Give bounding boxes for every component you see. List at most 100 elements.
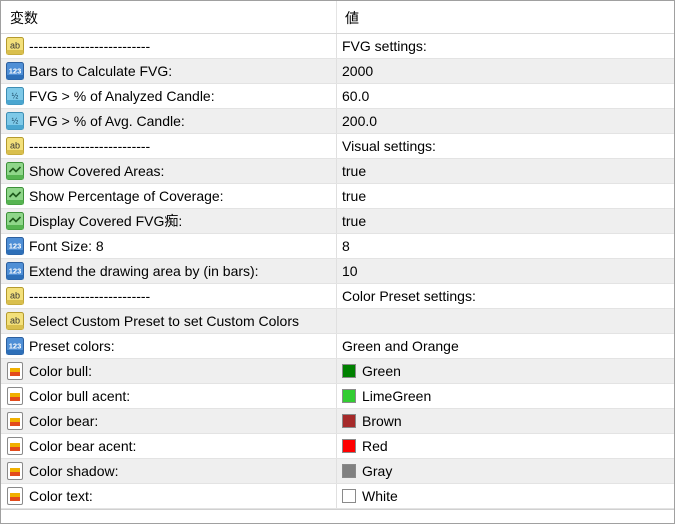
parameter-name-cell: ab Select Custom Preset to set Custom Col…	[1, 309, 337, 333]
parameter-name-cell: 123 Bars to Calculate FVG:	[1, 59, 337, 83]
parameter-value: 8	[342, 237, 350, 254]
parameter-value-cell[interactable]: 2000	[337, 59, 674, 83]
color-type-icon	[5, 486, 25, 506]
parameter-value-cell[interactable]: LimeGreen	[337, 384, 674, 408]
color-swatch	[342, 389, 356, 403]
parameter-name: FVG > % of Analyzed Candle:	[29, 87, 215, 104]
table-row[interactable]: ½ FVG > % of Avg. Candle: 200.0	[1, 109, 674, 134]
color-swatch	[342, 464, 356, 478]
parameter-name: Preset colors:	[29, 337, 115, 354]
parameter-value: true	[342, 212, 367, 229]
parameter-value: Gray	[362, 462, 393, 479]
parameter-value-cell[interactable]: 10	[337, 259, 674, 283]
parameter-value: 2000	[342, 62, 374, 79]
svg-text:123: 123	[9, 342, 22, 351]
parameters-table: 変数 値 ab -------------------------- FVG set…	[0, 0, 675, 524]
parameter-rows: ab -------------------------- FVG settings…	[1, 34, 674, 509]
parameter-value-cell[interactable]: true	[337, 184, 674, 208]
parameter-name: Extend the drawing area by (in bars):	[29, 262, 259, 279]
boolean-type-icon	[5, 161, 25, 181]
parameter-name-cell: ab --------------------------	[1, 134, 337, 158]
table-row[interactable]: Color bear acent: Red	[1, 434, 674, 459]
table-row[interactable]: ½ FVG > % of Analyzed Candle: 60.0	[1, 84, 674, 109]
table-row[interactable]: ab -------------------------- Color Preset…	[1, 284, 674, 309]
parameter-value-cell[interactable]	[337, 309, 674, 333]
parameter-value-cell[interactable]: FVG settings:	[337, 34, 674, 58]
parameter-name: Color bull acent:	[29, 387, 131, 404]
parameter-name: Font Size: 8	[29, 237, 104, 254]
color-type-icon	[5, 361, 25, 381]
parameter-value-cell[interactable]: White	[337, 484, 674, 508]
parameter-name-cell: ab --------------------------	[1, 284, 337, 308]
column-header-value[interactable]: 値	[337, 1, 674, 33]
table-row[interactable]: ab -------------------------- FVG settings…	[1, 34, 674, 59]
parameter-name-cell: ½ FVG > % of Avg. Candle:	[1, 109, 337, 133]
parameter-name-cell: Show Covered Areas:	[1, 159, 337, 183]
parameter-value-cell[interactable]: Green and Orange	[337, 334, 674, 358]
svg-text:½: ½	[12, 92, 19, 101]
table-row[interactable]: Show Percentage of Coverage: true	[1, 184, 674, 209]
table-bottom-divider	[1, 509, 674, 510]
parameter-value: White	[362, 487, 398, 504]
parameter-value-cell[interactable]: 8	[337, 234, 674, 258]
parameter-name-cell: ab --------------------------	[1, 34, 337, 58]
parameter-value-cell[interactable]: true	[337, 159, 674, 183]
table-row[interactable]: Color bull acent: LimeGreen	[1, 384, 674, 409]
parameter-name: Show Covered Areas:	[29, 162, 165, 179]
svg-text:123: 123	[9, 267, 22, 276]
parameter-value: FVG settings:	[342, 37, 427, 54]
table-header: 変数 値	[1, 1, 674, 34]
double-type-icon: ½	[5, 86, 25, 106]
parameter-name: Select Custom Preset to set Custom Color…	[29, 312, 299, 329]
table-row[interactable]: Color bear: Brown	[1, 409, 674, 434]
parameter-value: LimeGreen	[362, 387, 432, 404]
color-type-icon	[5, 436, 25, 456]
color-type-icon	[5, 386, 25, 406]
integer-type-icon: 123	[5, 236, 25, 256]
parameter-value: 60.0	[342, 87, 370, 104]
table-row[interactable]: 123 Extend the drawing area by (in bars):…	[1, 259, 674, 284]
parameter-name-cell: Color bear:	[1, 409, 337, 433]
parameter-name: FVG > % of Avg. Candle:	[29, 112, 185, 129]
parameter-value-cell[interactable]: true	[337, 209, 674, 233]
parameter-name-cell: Show Percentage of Coverage:	[1, 184, 337, 208]
svg-text:ab: ab	[10, 316, 20, 326]
table-row[interactable]: Color text: White	[1, 484, 674, 509]
column-header-variable[interactable]: 変数	[1, 1, 337, 33]
parameter-value-cell[interactable]: 200.0	[337, 109, 674, 133]
parameter-value-cell[interactable]: Red	[337, 434, 674, 458]
table-row[interactable]: 123 Preset colors: Green and Orange	[1, 334, 674, 359]
parameter-name-cell: Color shadow:	[1, 459, 337, 483]
parameter-name-cell: 123 Extend the drawing area by (in bars):	[1, 259, 337, 283]
parameter-name: Color bear acent:	[29, 437, 137, 454]
parameter-name-cell: 123 Font Size: 8	[1, 234, 337, 258]
svg-text:ab: ab	[10, 41, 20, 51]
string-type-icon: ab	[5, 136, 25, 156]
parameter-name-cell: Display Covered FVG痴:	[1, 209, 337, 233]
parameter-value-cell[interactable]: Brown	[337, 409, 674, 433]
parameter-name: --------------------------	[29, 287, 151, 304]
parameter-value-cell[interactable]: Gray	[337, 459, 674, 483]
parameter-value: Green	[362, 362, 401, 379]
table-row[interactable]: Show Covered Areas: true	[1, 159, 674, 184]
parameter-value-cell[interactable]: 60.0	[337, 84, 674, 108]
parameter-value: Green and Orange	[342, 337, 459, 354]
parameter-value-cell[interactable]: Green	[337, 359, 674, 383]
table-row[interactable]: Color bull: Green	[1, 359, 674, 384]
parameter-value: Red	[362, 437, 388, 454]
parameter-name: Color bull:	[29, 362, 93, 379]
table-row[interactable]: 123 Font Size: 8 8	[1, 234, 674, 259]
table-row[interactable]: 123 Bars to Calculate FVG: 2000	[1, 59, 674, 84]
svg-text:ab: ab	[10, 291, 20, 301]
string-type-icon: ab	[5, 311, 25, 331]
parameter-value-cell[interactable]: Visual settings:	[337, 134, 674, 158]
table-row[interactable]: Color shadow: Gray	[1, 459, 674, 484]
parameter-name-cell: 123 Preset colors:	[1, 334, 337, 358]
parameter-value: 10	[342, 262, 358, 279]
table-row[interactable]: Display Covered FVG痴: true	[1, 209, 674, 234]
table-row[interactable]: ab -------------------------- Visual setti…	[1, 134, 674, 159]
parameter-value-cell[interactable]: Color Preset settings:	[337, 284, 674, 308]
parameter-name: Bars to Calculate FVG:	[29, 62, 173, 79]
table-row[interactable]: ab Select Custom Preset to set Custom Col…	[1, 309, 674, 334]
parameter-name: Show Percentage of Coverage:	[29, 187, 224, 204]
